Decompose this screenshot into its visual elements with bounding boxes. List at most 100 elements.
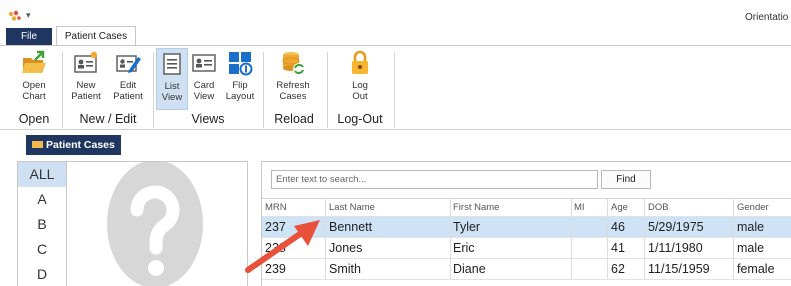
new-patient-label-2: Patient (71, 91, 101, 102)
column-divider (607, 217, 608, 237)
ribbon-tabs: File Patient Cases (0, 26, 791, 46)
edit-patient-label-2: Patient (113, 91, 143, 102)
tab-patient-cases[interactable]: Patient Cases (56, 26, 136, 46)
alphabet-item-d[interactable]: D (18, 262, 66, 286)
annotation-arrow-icon (245, 220, 320, 273)
refresh-cases-label-2: Cases (279, 91, 307, 102)
folder-icon (32, 141, 43, 148)
cell-age: 41 (611, 241, 625, 255)
group-separator (327, 52, 328, 128)
list-view-label-2: View (161, 92, 183, 103)
app-logo-icon (8, 10, 21, 21)
ribbon: Open Chart Open New Patient Edit Patient… (0, 45, 791, 130)
window-title: Orientatio (745, 12, 789, 23)
cell-mi (574, 238, 604, 258)
group-label-reload: Reload (274, 112, 314, 126)
cell-last-name: Bennett (329, 220, 373, 234)
patient-cases-panel-tab[interactable]: Patient Cases (26, 135, 121, 155)
lock-icon (352, 50, 368, 74)
refresh-database-icon (282, 52, 305, 75)
column-divider (644, 199, 645, 216)
flip-layout-icon (229, 52, 253, 76)
column-divider (450, 238, 451, 258)
list-view-button[interactable]: List View (156, 48, 188, 110)
quick-access-dropdown-icon[interactable]: ▾ (26, 10, 31, 20)
alphabet-item-a[interactable]: A (18, 187, 66, 212)
cell-gender: female (737, 262, 775, 276)
alphabet-item-b[interactable]: B (18, 212, 66, 237)
group-separator (153, 52, 154, 128)
alphabet-item-all[interactable]: ALL (18, 162, 66, 187)
folder-open-icon (22, 50, 46, 73)
group-separator (62, 52, 63, 128)
cell-dob: 11/15/1959 (648, 262, 710, 276)
log-out-label-2: Out (352, 91, 368, 102)
column-header-age[interactable]: Age (611, 199, 645, 216)
group-label-new-edit: New / Edit (79, 112, 137, 126)
flip-layout-label-1: Flip (232, 80, 248, 91)
column-header-gender[interactable]: Gender (737, 199, 791, 216)
cell-dob: 5/29/1975 (648, 220, 704, 234)
open-chart-label-2: Chart (22, 91, 46, 102)
cell-first-name: Eric (453, 241, 475, 255)
alphabet-item-c[interactable]: C (18, 237, 66, 262)
new-patient-label-1: New (76, 80, 96, 91)
tab-file[interactable]: File (6, 28, 52, 46)
flip-layout-button[interactable]: Flip Layout (221, 48, 259, 110)
column-header-first-name[interactable]: First Name (453, 199, 571, 216)
column-divider (733, 217, 734, 237)
cell-last-name: Jones (329, 241, 363, 255)
table-row[interactable]: 238 Jones Eric 41 1/11/1980 male (262, 238, 791, 259)
list-view-label-1: List (164, 81, 180, 92)
cell-last-name: Smith (329, 262, 361, 276)
search-input[interactable]: Enter text to search... (271, 170, 598, 189)
column-divider (571, 238, 572, 258)
cell-gender: male (737, 220, 765, 234)
card-view-button[interactable]: Card View (189, 48, 219, 110)
new-patient-icon (74, 51, 98, 73)
card-view-label-2: View (193, 91, 215, 102)
table-row[interactable]: 237 Bennett Tyler 46 5/29/1975 male (262, 217, 791, 238)
card-view-label-1: Card (193, 80, 215, 91)
cell-gender: male (737, 241, 765, 255)
log-out-label-1: Log (352, 80, 368, 91)
list-view-icon (163, 53, 181, 75)
column-header-last-name[interactable]: Last Name (329, 199, 451, 216)
flip-layout-label-2: Layout (225, 91, 255, 102)
cell-mi (574, 259, 604, 279)
column-divider (733, 199, 734, 216)
group-label-views: Views (191, 112, 225, 126)
group-separator (394, 52, 395, 128)
cell-mi (574, 217, 604, 237)
refresh-cases-button[interactable]: Refresh Cases (270, 48, 316, 110)
new-patient-button[interactable]: New Patient (66, 48, 106, 110)
cell-dob: 1/11/1980 (648, 241, 703, 255)
patient-photo-placeholder (66, 161, 248, 286)
title-bar: ▾ Orientatio (0, 0, 791, 26)
find-button[interactable]: Find (601, 170, 651, 189)
group-label-logout: Log-Out (337, 112, 383, 126)
patient-list-panel: Enter text to search... Find MRN Last Na… (261, 161, 791, 286)
edit-patient-button[interactable]: Edit Patient (108, 48, 148, 110)
open-chart-button[interactable]: Open Chart (10, 48, 58, 110)
column-header-dob[interactable]: DOB (648, 199, 734, 216)
column-divider (571, 199, 572, 216)
column-divider (607, 259, 608, 279)
column-divider (733, 259, 734, 279)
log-out-button[interactable]: Log Out (340, 48, 380, 110)
column-divider (644, 259, 645, 279)
column-divider (733, 238, 734, 258)
column-divider (571, 217, 572, 237)
cell-first-name: Tyler (453, 220, 481, 234)
group-label-open: Open (18, 112, 50, 126)
column-divider (607, 199, 608, 216)
cell-age: 62 (611, 262, 625, 276)
card-view-icon (192, 54, 216, 72)
column-divider (450, 199, 451, 216)
cell-age: 46 (611, 220, 625, 234)
group-separator (263, 52, 264, 128)
column-header-mi[interactable]: MI (574, 199, 604, 216)
table-row[interactable]: 239 Smith Diane 62 11/15/1959 female (262, 259, 791, 280)
edit-patient-label-1: Edit (119, 80, 137, 91)
unknown-person-icon (107, 162, 203, 286)
